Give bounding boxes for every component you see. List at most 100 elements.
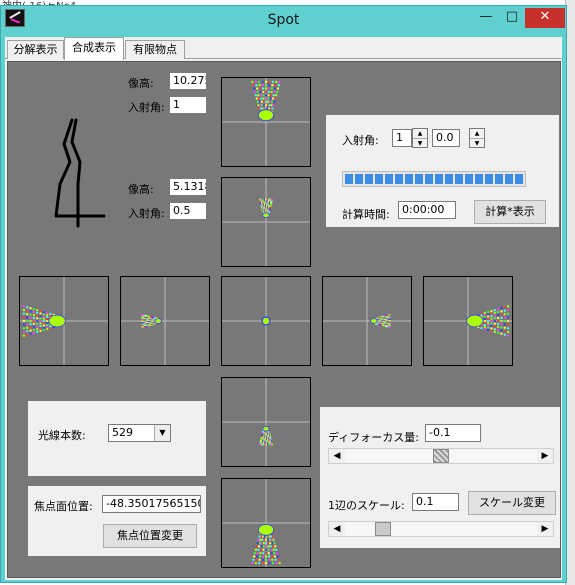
spot-ray-point [264,541,268,545]
calc-time-field[interactable]: 0:00:00 [398,201,456,219]
spot-ray-point [274,84,277,87]
spot-box-upper-mid [221,177,311,267]
spot-ray-point [257,561,261,565]
calc-incidence-int-spinner[interactable]: ▲ ▼ [412,128,428,148]
scale-slider-thumb[interactable] [375,522,391,536]
spot-ray-point [258,555,262,558]
image-height-field-upper[interactable]: 10.275 [169,72,207,90]
spot-ray-point [260,545,263,548]
spot-ray-point [271,541,274,545]
spot-ray-point [490,312,493,315]
scale-slider[interactable]: ◀ ▶ [328,521,554,537]
spot-ray-point [274,97,277,100]
spot-ray-point [259,90,262,94]
spot-ray-point [271,84,274,87]
calc-incidence-dec-spinner[interactable]: ▲ ▼ [469,128,485,148]
scale-change-button[interactable]: スケール変更 [468,491,556,515]
tab-decomposed[interactable]: 分解表示 [7,40,64,59]
spot-ray-point [267,87,271,90]
spot-ray-point [272,548,275,551]
spot-ray-point [486,313,490,316]
scroll-left-icon[interactable]: ◀ [329,449,345,463]
spot-ray-point [269,100,272,104]
spot-ray-point [273,541,276,545]
defocus-slider-thumb[interactable] [433,449,449,463]
scroll-right-icon[interactable]: ▶ [537,449,553,463]
spot-ray-point [274,558,277,561]
defocus-field[interactable]: -0.1 [425,424,481,442]
scroll-right-icon[interactable]: ▶ [537,522,553,536]
spot-ray-point [29,316,32,319]
spin-up-icon[interactable]: ▲ [413,129,427,138]
spot-diagram-plot [222,277,310,365]
spot-ray-point [262,545,265,548]
ray-count-combo[interactable]: 529 ▼ [108,424,171,442]
tab-finite-object[interactable]: 有限物点 [125,40,185,59]
spot-ray-point [252,555,256,558]
focus-plane-field[interactable]: -48.35017565150 [102,495,201,513]
spin-up-icon[interactable]: ▲ [470,129,484,138]
spot-ray-point [486,317,490,320]
spot-ray-point [255,87,259,90]
defocus-slider-track[interactable] [345,449,537,463]
spot-ray-point [267,545,270,548]
minimize-button[interactable]: — [473,8,499,28]
spot-ray-point [261,561,264,565]
defocus-slider[interactable]: ◀ ▶ [328,448,554,464]
incidence-field-upper[interactable]: 1 [169,96,207,114]
spot-ray-point [271,100,274,104]
spot-ray-point [500,313,503,316]
spot-ray-point [42,326,46,329]
spot-ray-point [276,555,280,558]
spot-ray-point [269,545,272,548]
spot-ray-point [26,330,29,333]
spot-ray-point [39,329,42,333]
calc-display-button[interactable]: 計算*表示 [474,200,546,224]
spot-ray-point [258,100,261,104]
spin-down-icon[interactable]: ▼ [470,138,484,147]
spot-ray-point [262,97,265,100]
spot-core [466,314,484,328]
scale-slider-track[interactable] [345,522,537,536]
defocus-label: ディフォーカス量: [328,431,419,444]
maximize-button[interactable]: □ [499,8,525,28]
image-height-field-lower[interactable]: 5.1318 [169,178,207,196]
spot-ray-point [483,315,486,319]
spot-ray-point [257,97,261,100]
spot-ray-point [500,332,503,335]
scale-field[interactable]: 0.1 [412,493,459,511]
spot-ray-point [258,558,261,561]
focus-change-button[interactable]: 焦点位置変更 [103,524,197,548]
spot-ray-point [273,555,277,558]
spin-down-icon[interactable]: ▼ [413,138,427,147]
chevron-down-icon[interactable]: ▼ [154,425,170,441]
spot-ray-point [267,97,270,100]
close-button[interactable]: ✕ [525,8,565,28]
spot-ray-point [272,104,275,107]
spot-ray-point [264,555,268,558]
incidence-field-lower[interactable]: 0.5 [169,202,207,220]
spot-ray-point [29,323,32,326]
scroll-left-icon[interactable]: ◀ [329,522,345,536]
title-bar[interactable]: Spot — □ ✕ [1,6,566,34]
calc-incidence-int-field[interactable]: 1 [392,129,412,147]
spot-ray-point [32,325,36,329]
spot-ray-point [256,100,259,104]
spot-ray-point [39,322,42,325]
spot-ray-point [36,311,39,315]
calc-incidence-dec-field[interactable]: 0.0 [432,129,460,147]
spot-ray-point [260,97,263,100]
handwritten-mark [54,118,106,228]
spot-ray-point [46,327,49,331]
spot-ray-point [22,305,26,308]
spot-box-lower-mid [221,377,311,467]
spot-ray-point [264,558,268,561]
spot-ray-point [255,555,259,558]
tab-composite[interactable]: 合成表示 [64,37,124,60]
spot-ray-point [483,325,486,329]
spot-ray-point [483,327,486,331]
spot-ray-point [36,319,39,323]
spot-ray-point [500,307,503,310]
image-height-label-lower: 像高: [128,183,154,196]
spot-ray-point [493,322,496,325]
